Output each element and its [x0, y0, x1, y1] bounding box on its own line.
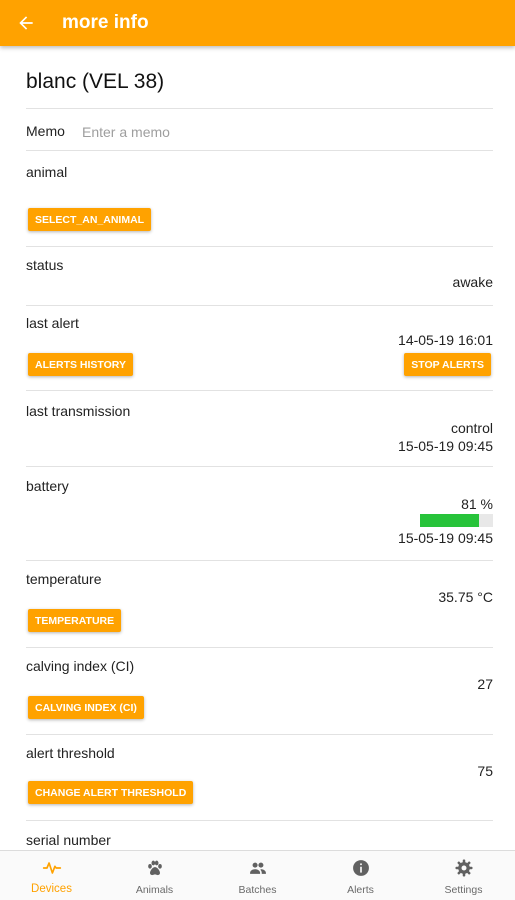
- divider: [26, 305, 493, 306]
- bottom-navigation: Devices Animals Batches Alerts Settings: [0, 850, 515, 900]
- nav-settings-label: Settings: [444, 884, 483, 896]
- divider: [26, 466, 493, 467]
- last-alert-datetime: 14-05-19 16:01: [398, 332, 493, 348]
- app-bar: more info: [0, 0, 515, 46]
- calving-index-button[interactable]: CALVING INDEX (CI): [28, 696, 144, 719]
- last-transmission-label: last transmission: [26, 403, 131, 419]
- divider: [26, 108, 493, 109]
- pulse-icon: [42, 862, 61, 874]
- animal-label: animal: [26, 164, 68, 180]
- temperature-label: temperature: [26, 571, 102, 587]
- nav-animals-label: Animals: [135, 884, 174, 896]
- memo-input[interactable]: [82, 122, 462, 142]
- memo-label: Memo: [26, 123, 65, 139]
- page-header-title: more info: [62, 12, 149, 33]
- back-button[interactable]: [0, 0, 52, 46]
- last-alert-label: last alert: [26, 315, 79, 331]
- battery-level-fill: [420, 514, 480, 527]
- divider: [26, 647, 493, 648]
- battery-percent: 81 %: [461, 496, 493, 512]
- nav-animals[interactable]: Animals: [103, 851, 206, 900]
- nav-batches[interactable]: Batches: [206, 851, 309, 900]
- nav-devices[interactable]: Devices: [0, 851, 103, 900]
- alert-threshold-value: 75: [477, 763, 493, 779]
- nav-devices-label: Devices: [31, 883, 72, 895]
- status-label: status: [26, 257, 64, 273]
- nav-alerts-label: Alerts: [347, 884, 374, 896]
- calving-index-label: calving index (CI): [26, 658, 135, 674]
- temperature-button[interactable]: TEMPERATURE: [28, 609, 122, 632]
- details-scroll-area[interactable]: blanc (VEL 38) Memo animal SELECT_AN_ANI…: [0, 46, 515, 850]
- select-animal-button[interactable]: SELECT_AN_ANIMAL: [28, 208, 152, 231]
- info-icon: [352, 860, 369, 876]
- battery-label: battery: [26, 478, 69, 494]
- serial-number-label: serial number: [26, 832, 111, 848]
- alerts-history-button[interactable]: ALERTS HISTORY: [28, 353, 134, 376]
- last-transmission-datetime: 15-05-19 09:45: [398, 438, 493, 454]
- divider: [26, 820, 493, 821]
- divider: [26, 560, 493, 561]
- device-name: blanc (VEL 38): [26, 70, 165, 93]
- alert-threshold-label: alert threshold: [26, 745, 115, 761]
- divider: [26, 390, 493, 391]
- stop-alerts-button[interactable]: STOP ALERTS: [404, 353, 491, 376]
- nav-alerts[interactable]: Alerts: [309, 851, 412, 900]
- gear-icon: [455, 859, 473, 877]
- divider: [26, 246, 493, 247]
- arrow-left-icon: [19, 16, 33, 30]
- last-transmission-type: control: [450, 420, 493, 436]
- divider: [26, 734, 493, 735]
- battery-level-bar: [420, 514, 493, 527]
- paw-icon: [147, 860, 162, 876]
- temperature-value: 35.75 °C: [438, 589, 493, 605]
- battery-datetime: 15-05-19 09:45: [398, 530, 493, 546]
- calving-index-value: 27: [477, 676, 493, 692]
- nav-batches-label: Batches: [238, 884, 277, 896]
- status-value: awake: [452, 274, 493, 290]
- group-icon: [249, 862, 266, 874]
- nav-settings[interactable]: Settings: [412, 851, 515, 900]
- change-alert-threshold-button[interactable]: CHANGE ALERT THRESHOLD: [28, 781, 194, 804]
- divider: [26, 150, 493, 151]
